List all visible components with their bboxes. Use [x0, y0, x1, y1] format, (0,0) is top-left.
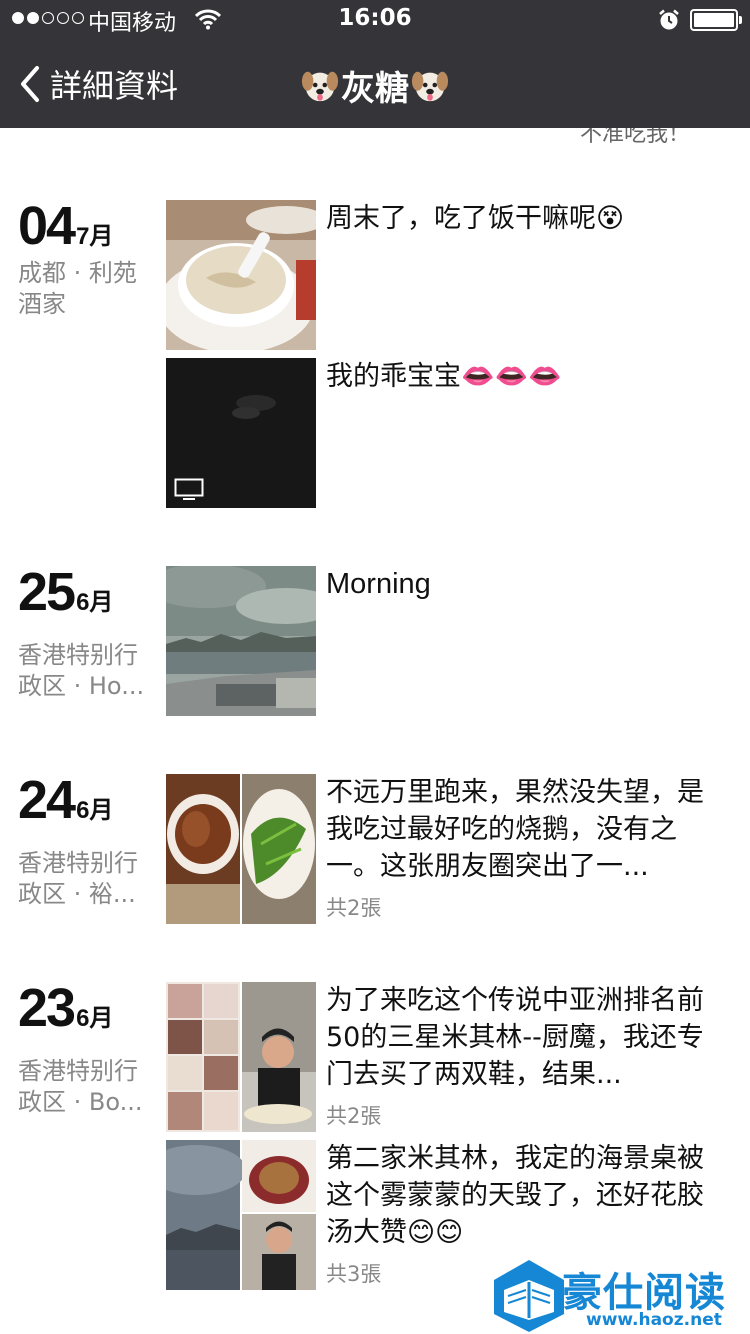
post-thumbnail[interactable] [166, 1140, 316, 1290]
navigation-bar: 中国移动 16:06 詳細資料 灰糖 [0, 0, 750, 128]
status-time: 16:06 [338, 5, 412, 31]
battery-icon [690, 9, 742, 31]
entry-location: 香港特别行政区 · Ho... [18, 641, 145, 700]
entry-month: 7月 [76, 223, 114, 250]
post-item[interactable]: 为了来吃这个传说中亚洲排名前50的三星米其林--厨魔，我还专门去买了两双鞋，结果… [166, 982, 736, 1132]
entry-date: 236月 [18, 980, 113, 1040]
page-title: 灰糖 [200, 62, 550, 109]
book-logo-icon [494, 1260, 564, 1332]
entry-day: 25 [18, 562, 76, 622]
post-text: 不远万里跑来，果然没失望，是我吃过最好吃的烧鹅，没有之一。这张朋友圈突出了一..… [326, 777, 704, 882]
post-thumbnail[interactable] [166, 358, 316, 508]
post-text: 为了来吃这个传说中亚洲排名前50的三星米其林--厨魔，我还专门去买了两双鞋，结果… [326, 985, 704, 1090]
photo-count: 共2張 [326, 1104, 382, 1128]
post-thumbnail[interactable] [166, 982, 316, 1132]
back-button[interactable]: 詳細資料 [18, 62, 178, 106]
entry-location: 香港特别行政区 · 裕... [18, 849, 138, 908]
entry-month: 6月 [76, 797, 114, 824]
chevron-left-icon [21, 66, 39, 102]
entry-month: 6月 [76, 1005, 114, 1032]
entry-day: 24 [18, 770, 76, 830]
post-item[interactable]: 不远万里跑来，果然没失望，是我吃过最好吃的烧鹅，没有之一。这张朋友圈突出了一..… [166, 774, 736, 924]
status-bar: 中国移动 16:06 [0, 0, 750, 40]
post-item[interactable]: 我的乖宝宝👄👄👄 [166, 358, 736, 508]
entry-month: 6月 [76, 589, 114, 616]
watermark: 豪仕阅读 www.haoz.net [490, 1256, 748, 1334]
video-icon [174, 478, 204, 500]
dog-face-icon [411, 71, 449, 102]
photo-count: 共3張 [326, 1262, 382, 1286]
entry-day: 04 [18, 196, 76, 256]
post-thumbnail[interactable] [166, 566, 316, 716]
post-text: 周末了，吃了饭干嘛呢😵 [326, 203, 625, 234]
entry-location: 成都 · 利苑酒家 [18, 259, 137, 318]
back-label: 詳細資料 [50, 67, 179, 105]
entry-day: 23 [18, 978, 76, 1038]
photo-count: 共2張 [326, 896, 382, 920]
entry-date: 047月 [18, 198, 113, 258]
alarm-icon [659, 9, 679, 30]
post-thumbnail[interactable] [166, 774, 316, 924]
watermark-url: www.haoz.net [586, 1310, 722, 1330]
entry-date: 256月 [18, 564, 113, 624]
dog-face-icon [301, 71, 339, 102]
post-text: Morning [326, 568, 431, 600]
title-text: 灰糖 [341, 68, 409, 109]
post-item[interactable]: 周末了，吃了饭干嘛呢😵 [166, 200, 736, 350]
entry-date: 246月 [18, 772, 113, 832]
post-text: 第二家米其林，我定的海景桌被这个雾蒙蒙的天毁了，还好花胶汤大赞😊😊 [326, 1143, 704, 1248]
post-text: 我的乖宝宝👄👄👄 [326, 361, 562, 392]
entry-location: 香港特别行政区 · Bo... [18, 1057, 143, 1116]
post-thumbnail[interactable] [166, 200, 316, 350]
post-item[interactable]: Morning [166, 566, 736, 716]
